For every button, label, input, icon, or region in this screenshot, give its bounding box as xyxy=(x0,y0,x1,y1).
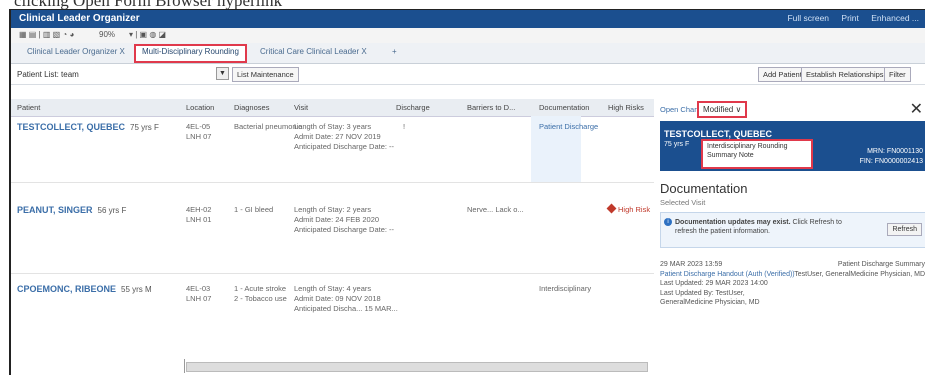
toolbar: ▦ ▤ | ▥ ▧ ◔ ◕ 90% ▾ | ▣ ◍ ◪ xyxy=(11,28,925,43)
patient-grid: Patient Location Diagnoses Visit Dischar… xyxy=(11,99,655,375)
location-cell: 4EL-03 LNH 07 xyxy=(186,284,212,303)
zoom-level[interactable]: 90% xyxy=(99,30,115,39)
visit-cell: Length of Stay: 3 years Admit Date: 27 N… xyxy=(294,122,395,151)
patient-list-bar: Patient List: team ▼ List Maintenance Ad… xyxy=(11,64,925,85)
toolbar-icons-2[interactable]: ▾ | ▣ ◍ ◪ xyxy=(129,30,166,39)
menu-item-interdisciplinary-rounding[interactable]: Interdisciplinary Rounding xyxy=(703,141,811,150)
discharge-cell: ! xyxy=(403,122,406,131)
diagnoses-cell: 1 - Acute stroke 2 - Tobacco use xyxy=(234,284,287,303)
high-risk-badge: High Risk xyxy=(606,203,650,215)
toolbar-icons[interactable]: ▦ ▤ | ▥ ▧ ◔ ◕ xyxy=(19,30,74,39)
chevron-down-icon: ∨ xyxy=(735,105,742,114)
col-diagnoses[interactable]: Diagnoses xyxy=(234,103,269,112)
barriers-cell: Nerve... Lack o... xyxy=(467,205,524,214)
patient-name-link[interactable]: TESTCOLLECT, QUEBEC 75 yrs F xyxy=(17,122,159,132)
warning-diamond-icon xyxy=(606,203,617,214)
table-row[interactable]: PEANUT, SINGER 56 yrs F 4EH-02 LNH 01 1 -… xyxy=(11,183,654,274)
close-icon[interactable]: ✕ xyxy=(910,99,923,119)
open-chart-link[interactable]: Open Chart xyxy=(660,105,699,114)
chevron-down-icon[interactable]: ▼ xyxy=(216,67,229,80)
scroll-divider xyxy=(184,359,185,373)
documentation-cell[interactable]: Interdisciplinary xyxy=(539,284,591,294)
visit-cell: Length of Stay: 2 years Admit Date: 24 F… xyxy=(294,205,395,234)
horizontal-scrollbar[interactable] xyxy=(186,362,648,372)
table-row[interactable]: CPOEMONC, RIBEONE 55 yrs M 4EL-03 LNH 07 … xyxy=(11,274,654,359)
entry-author: TestUser, GeneralMedicine Physician, MD xyxy=(794,270,925,278)
documentation-subtitle: Selected Visit xyxy=(660,198,706,207)
grid-header: Patient Location Diagnoses Visit Dischar… xyxy=(11,99,654,117)
entry-updated-by: Last Updated By: TestUser, xyxy=(660,289,745,297)
diagnoses-cell: Bacterial pneumonia xyxy=(234,122,303,131)
filter-button[interactable]: Filter xyxy=(884,67,911,82)
tab-clinical-leader-organizer[interactable]: Clinical Leader Organizer X xyxy=(21,46,131,61)
location-cell: 4EH-02 LNH 01 xyxy=(186,205,212,224)
modified-dropdown[interactable]: Modified ∨ xyxy=(697,101,748,118)
col-discharge[interactable]: Discharge xyxy=(396,103,430,112)
enhanced-button[interactable]: Enhanced ... xyxy=(871,13,919,23)
tab-critical-care[interactable]: Critical Care Clinical Leader X xyxy=(254,46,373,61)
app-window: Clinical Leader Organizer Full screen Pr… xyxy=(9,9,925,375)
banner-mrn: MRN: FN0001130 xyxy=(867,148,923,155)
col-patient[interactable]: Patient xyxy=(17,103,40,112)
banner-patient-name: TESTCOLLECT, QUEBEC xyxy=(664,129,773,139)
col-visit[interactable]: Visit xyxy=(294,103,308,112)
notice-text: Documentation updates may exist. Click R… xyxy=(675,219,842,235)
form-dropdown-menu: Interdisciplinary Rounding Summary Note xyxy=(701,139,813,169)
visit-cell: Length of Stay: 4 years Admit Date: 09 N… xyxy=(294,284,398,313)
patient-side-panel: Open Chart Modified ∨ ✕ TESTCOLLECT, QUE… xyxy=(654,99,925,375)
add-patient-button[interactable]: Add Patient xyxy=(758,67,807,82)
caption-fragment: clicking Open Form Browser hyperlink xyxy=(0,0,925,9)
col-high-risks[interactable]: High Risks xyxy=(608,103,644,112)
col-location[interactable]: Location xyxy=(186,103,214,112)
document-entry: 29 MAR 2023 13:59 Patient Discharge Hand… xyxy=(660,260,925,308)
patient-name-link[interactable]: PEANUT, SINGER 56 yrs F xyxy=(17,205,126,215)
banner-fin: FIN: FN0000002413 xyxy=(859,158,923,165)
diagnoses-cell: 1 - GI bleed xyxy=(234,205,274,214)
table-row[interactable]: TESTCOLLECT, QUEBEC 75 yrs F 4EL-05 LNH 0… xyxy=(11,116,654,183)
tab-strip: Clinical Leader Organizer X Multi-Discip… xyxy=(11,43,925,64)
col-barriers[interactable]: Barriers to D... xyxy=(467,103,515,112)
title-bar: Clinical Leader Organizer Full screen Pr… xyxy=(11,10,925,28)
entry-role: GeneralMedicine Physician, MD xyxy=(660,299,760,306)
close-icon[interactable]: X xyxy=(120,47,125,56)
patient-list-label: Patient List: team xyxy=(17,70,79,79)
entry-updated: Last Updated: 29 MAR 2023 14:00 xyxy=(660,280,768,287)
full-screen-button[interactable]: Full screen xyxy=(787,13,829,23)
info-icon: i xyxy=(664,218,672,226)
print-button[interactable]: Print xyxy=(841,13,858,23)
banner-patient-age: 75 yrs F xyxy=(664,141,690,148)
tab-multi-disciplinary-rounding[interactable]: Multi-Disciplinary Rounding xyxy=(134,44,247,63)
establish-relationships-button[interactable]: Establish Relationships xyxy=(801,67,889,82)
close-icon[interactable]: X xyxy=(361,47,366,56)
refresh-button[interactable]: Refresh xyxy=(887,223,922,236)
col-documentation[interactable]: Documentation xyxy=(539,103,589,112)
documentation-cell[interactable]: Patient Discharge xyxy=(539,122,598,132)
update-notice: i Documentation updates may exist. Click… xyxy=(660,212,925,248)
list-maintenance-button[interactable]: List Maintenance xyxy=(232,67,299,82)
entry-type: Patient Discharge Summary xyxy=(837,261,925,268)
documentation-title: Documentation xyxy=(660,181,748,196)
location-cell: 4EL-05 LNH 07 xyxy=(186,122,212,141)
patient-name-link[interactable]: CPOEMONC, RIBEONE 55 yrs M xyxy=(17,284,152,294)
add-tab-button[interactable]: + xyxy=(386,46,403,61)
window-title: Clinical Leader Organizer xyxy=(19,13,140,24)
panel-header: Open Chart Modified ∨ ✕ xyxy=(654,99,925,119)
menu-item-summary-note[interactable]: Summary Note xyxy=(703,150,811,159)
